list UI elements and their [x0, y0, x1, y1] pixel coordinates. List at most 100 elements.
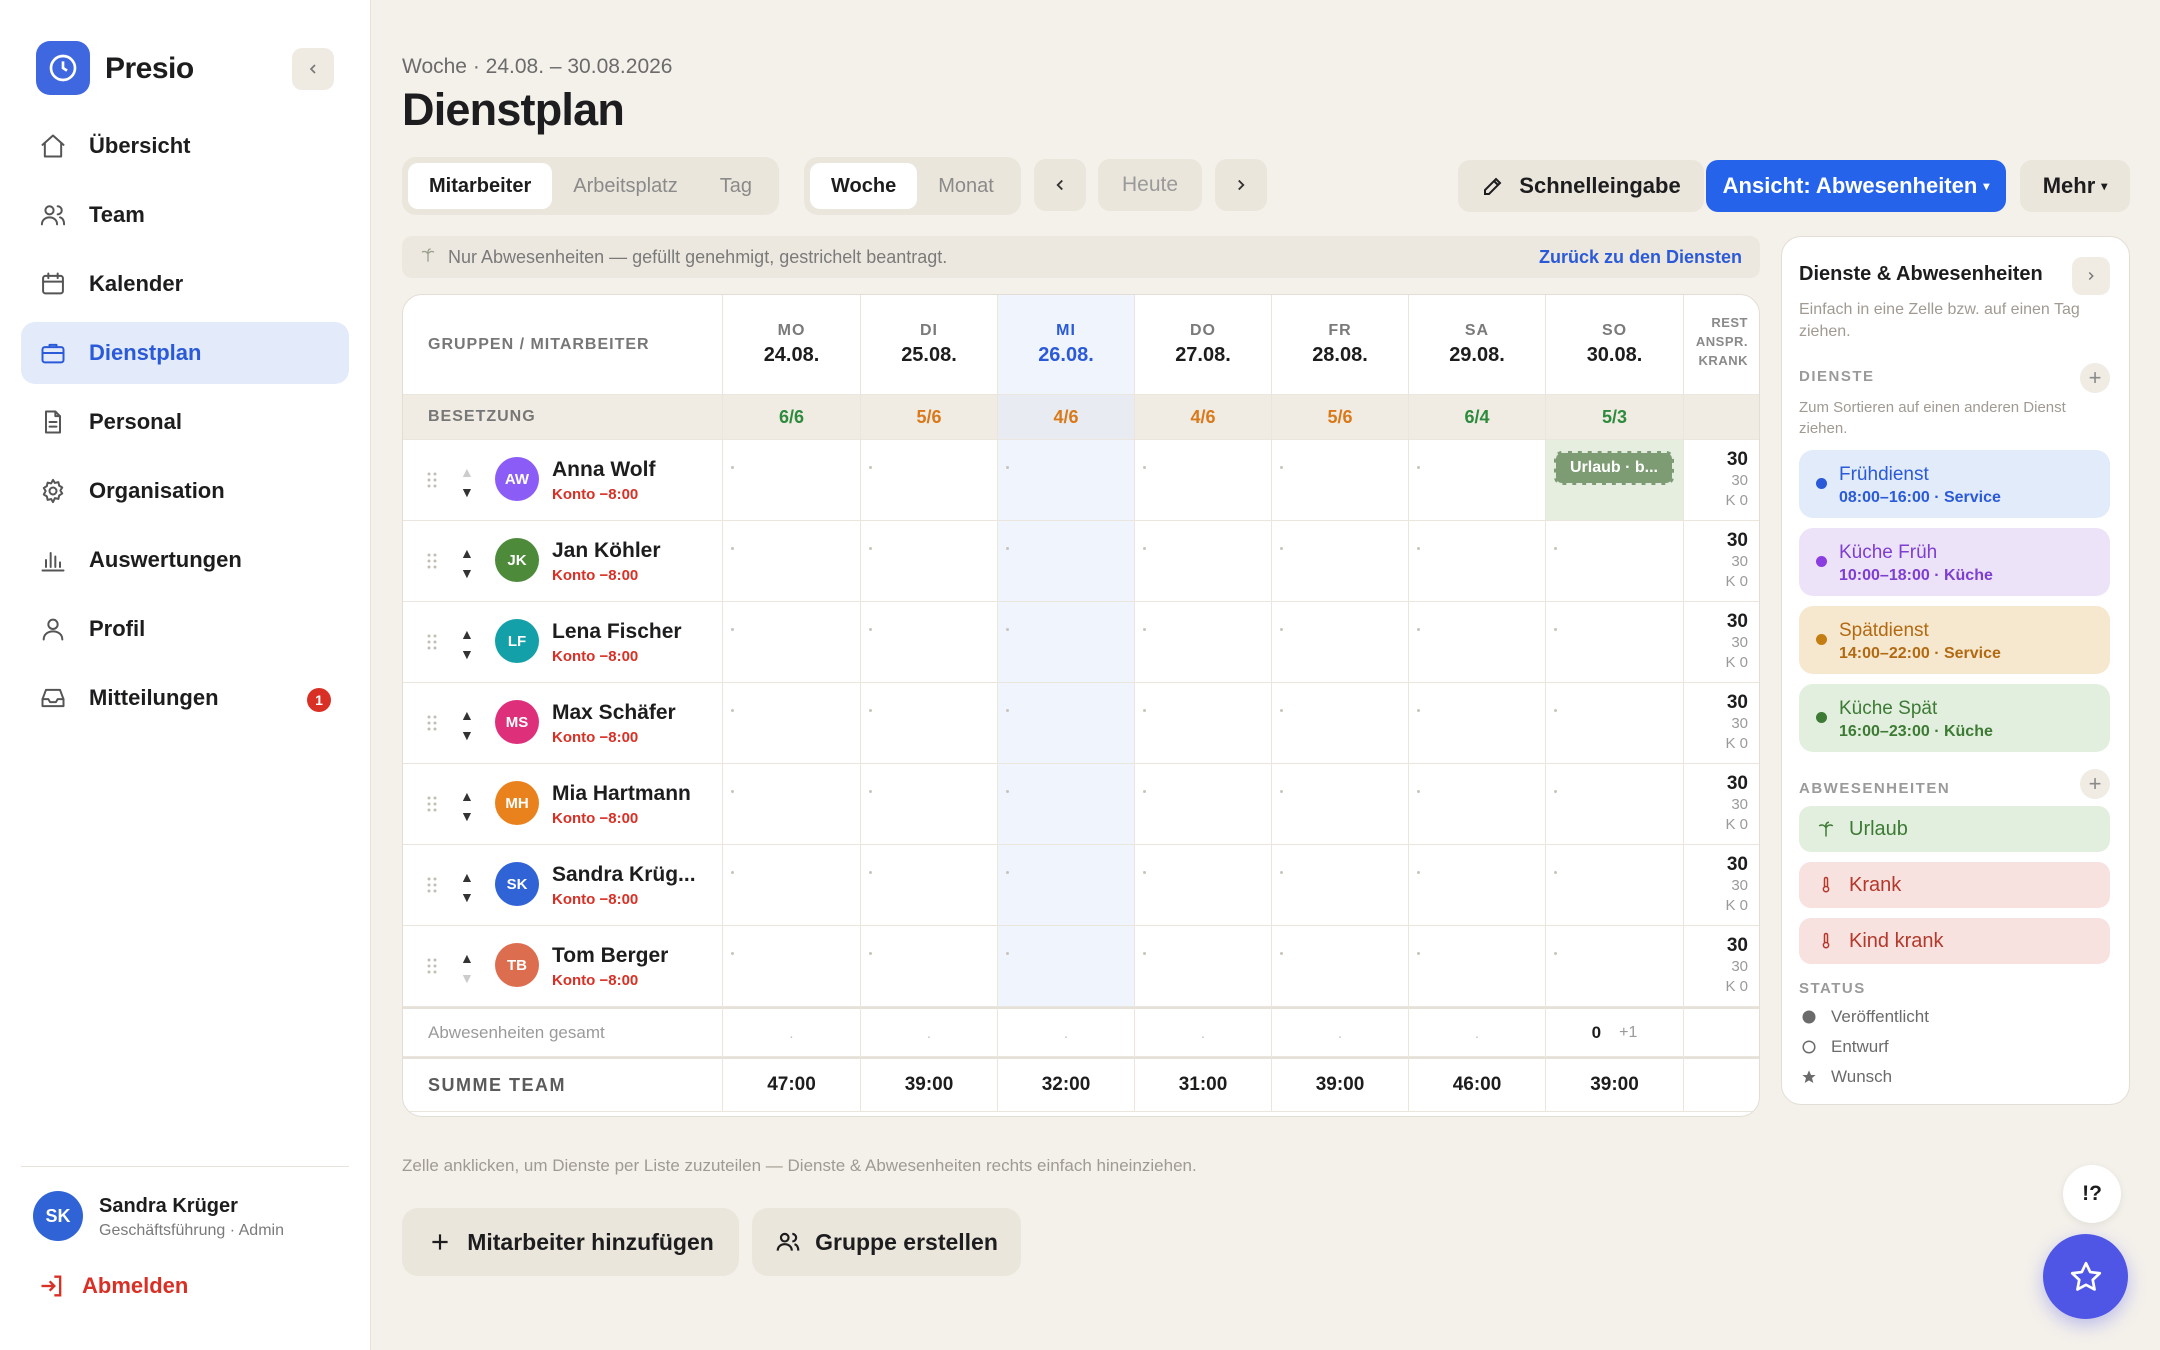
schedule-cell[interactable]	[861, 521, 998, 602]
panel-collapse-button[interactable]	[2072, 257, 2110, 295]
more-dropdown[interactable]: Mehr ▾	[2020, 160, 2130, 212]
logout-button[interactable]: Abmelden	[38, 1272, 188, 1300]
add-absence-button[interactable]: +	[2080, 769, 2110, 799]
app-logo[interactable]	[36, 41, 90, 95]
move-up-icon[interactable]: ▲	[460, 624, 474, 644]
schedule-cell[interactable]	[1546, 521, 1684, 602]
schedule-cell[interactable]	[1272, 521, 1409, 602]
move-up-icon[interactable]: ▲	[460, 543, 474, 563]
schedule-cell[interactable]	[723, 602, 861, 683]
drag-handle-icon[interactable]	[427, 958, 437, 974]
schedule-cell[interactable]	[1272, 440, 1409, 521]
schedule-cell[interactable]	[1135, 521, 1272, 602]
sidebar-item-team[interactable]: Team	[21, 184, 349, 246]
schedule-cell[interactable]	[1546, 764, 1684, 845]
schedule-cell[interactable]	[1409, 845, 1546, 926]
service-chip[interactable]: Frühdienst 08:00–16:00 · Service	[1799, 450, 2110, 518]
move-down-icon[interactable]: ▼	[460, 725, 474, 745]
schedule-cell[interactable]	[998, 845, 1135, 926]
move-up-icon[interactable]: ▲	[460, 948, 474, 968]
add-service-button[interactable]: +	[2080, 363, 2110, 393]
next-week-button[interactable]	[1215, 159, 1267, 211]
schedule-cell[interactable]	[1546, 926, 1684, 1007]
sidebar-item-profil[interactable]: Profil	[21, 598, 349, 660]
schedule-cell[interactable]	[1135, 926, 1272, 1007]
move-down-icon[interactable]: ▼	[460, 968, 474, 988]
back-to-services-link[interactable]: Zurück zu den Diensten	[1539, 247, 1742, 268]
avatar[interactable]: MS	[495, 700, 539, 744]
move-up-icon[interactable]: ▲	[460, 462, 474, 482]
quick-entry-button[interactable]: Schnelleingabe	[1458, 160, 1704, 212]
service-chip[interactable]: Küche Früh 10:00–18:00 · Küche	[1799, 528, 2110, 596]
tab-mitarbeiter[interactable]: Mitarbeiter	[408, 163, 553, 209]
move-down-icon[interactable]: ▼	[460, 887, 474, 907]
move-up-icon[interactable]: ▲	[460, 786, 474, 806]
schedule-cell[interactable]	[1272, 926, 1409, 1007]
schedule-cell[interactable]	[723, 521, 861, 602]
schedule-cell[interactable]	[1409, 764, 1546, 845]
drag-handle-icon[interactable]	[427, 715, 437, 731]
service-chip[interactable]: Küche Spät 16:00–23:00 · Küche	[1799, 684, 2110, 752]
schedule-cell[interactable]	[998, 521, 1135, 602]
move-down-icon[interactable]: ▼	[460, 644, 474, 664]
schedule-cell[interactable]	[1135, 683, 1272, 764]
schedule-cell[interactable]	[1409, 683, 1546, 764]
add-employee-button[interactable]: Mitarbeiter hinzufügen	[402, 1208, 739, 1276]
schedule-cell[interactable]	[998, 440, 1135, 521]
schedule-cell[interactable]	[861, 440, 998, 521]
move-down-icon[interactable]: ▼	[460, 482, 474, 502]
absence-chip[interactable]: Urlaub · b...	[1554, 451, 1674, 485]
tab-tag[interactable]: Tag	[699, 163, 773, 209]
move-up-icon[interactable]: ▲	[460, 705, 474, 725]
schedule-cell[interactable]	[723, 764, 861, 845]
schedule-cell[interactable]	[998, 926, 1135, 1007]
service-chip[interactable]: Spätdienst 14:00–22:00 · Service	[1799, 606, 2110, 674]
schedule-cell[interactable]	[998, 602, 1135, 683]
schedule-cell[interactable]	[1135, 602, 1272, 683]
employee-name[interactable]: Jan Köhler	[552, 539, 661, 563]
schedule-cell[interactable]	[1546, 845, 1684, 926]
employee-name[interactable]: Lena Fischer	[552, 620, 682, 644]
move-down-icon[interactable]: ▼	[460, 806, 474, 826]
drag-handle-icon[interactable]	[427, 877, 437, 893]
sidebar-item-kalender[interactable]: Kalender	[21, 253, 349, 315]
absence-type-chip[interactable]: Kind krank	[1799, 918, 2110, 964]
schedule-cell[interactable]	[1409, 521, 1546, 602]
today-button[interactable]: Heute	[1098, 159, 1202, 211]
drag-handle-icon[interactable]	[427, 553, 437, 569]
schedule-cell[interactable]	[1135, 440, 1272, 521]
absence-type-chip[interactable]: Urlaub	[1799, 806, 2110, 852]
avatar[interactable]: SK	[495, 862, 539, 906]
avatar[interactable]: AW	[495, 457, 539, 501]
create-group-button[interactable]: Gruppe erstellen	[752, 1208, 1021, 1276]
schedule-cell[interactable]	[1409, 926, 1546, 1007]
schedule-cell[interactable]	[1546, 602, 1684, 683]
favorite-fab-button[interactable]	[2043, 1234, 2128, 1319]
schedule-cell[interactable]	[998, 683, 1135, 764]
avatar[interactable]: SK	[33, 1191, 83, 1241]
avatar[interactable]: JK	[495, 538, 539, 582]
previous-week-button[interactable]	[1034, 159, 1086, 211]
move-up-icon[interactable]: ▲	[460, 867, 474, 887]
drag-handle-icon[interactable]	[427, 634, 437, 650]
day-header-do[interactable]: DO 27.08.	[1135, 295, 1272, 395]
employee-name[interactable]: Max Schäfer	[552, 701, 676, 725]
schedule-cell[interactable]	[723, 845, 861, 926]
sidebar-item-uebersicht[interactable]: Übersicht	[21, 115, 349, 177]
avatar[interactable]: LF	[495, 619, 539, 663]
schedule-cell[interactable]	[861, 602, 998, 683]
schedule-cell[interactable]	[1409, 440, 1546, 521]
avatar[interactable]: MH	[495, 781, 539, 825]
drag-handle-icon[interactable]	[427, 796, 437, 812]
schedule-cell[interactable]	[861, 926, 998, 1007]
tab-monat[interactable]: Monat	[917, 163, 1015, 209]
schedule-cell[interactable]	[723, 440, 861, 521]
collapse-sidebar-button[interactable]	[292, 48, 334, 90]
employee-name[interactable]: Tom Berger	[552, 944, 668, 968]
day-header-fr[interactable]: FR 28.08.	[1272, 295, 1409, 395]
tab-woche[interactable]: Woche	[810, 163, 918, 209]
day-header-so[interactable]: SO 30.08.	[1546, 295, 1684, 395]
schedule-cell[interactable]	[998, 764, 1135, 845]
day-header-mo[interactable]: MO 24.08.	[723, 295, 861, 395]
day-header-mi[interactable]: MI 26.08.	[998, 295, 1135, 395]
